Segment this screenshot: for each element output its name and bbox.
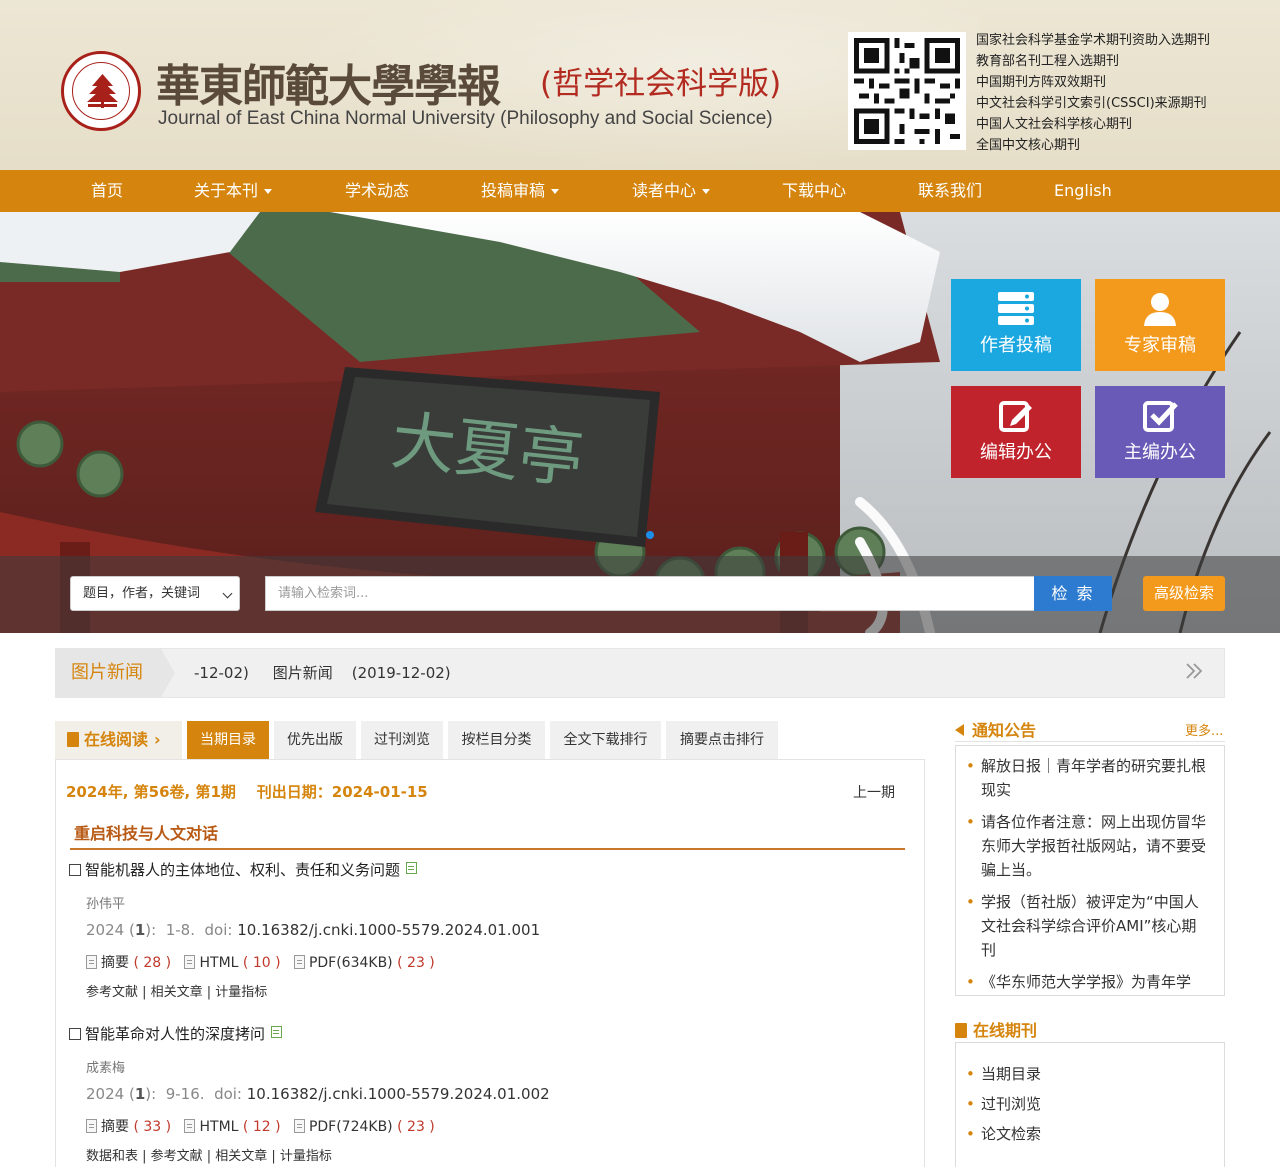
university-seal-logo (61, 51, 141, 131)
speaker-icon (955, 724, 964, 736)
nav-about[interactable]: 关于本刊 (194, 170, 273, 212)
journal-honors-list: 国家社会科学基金学术期刊资助入选期刊 教育部名刊工程入选期刊 中国期刊方阵双效期… (976, 30, 1210, 156)
nav-reader-center[interactable]: 读者中心 (632, 170, 711, 212)
journal-link[interactable]: 过刊浏览 (966, 1089, 1210, 1119)
tile-author-submit[interactable]: 作者投稿 (951, 279, 1081, 371)
caret-down-icon (551, 189, 560, 194)
pdf-link[interactable]: PDF(724KB) ( 23 ) (293, 1119, 435, 1135)
html-file-icon (184, 955, 196, 969)
tab-past-issues[interactable]: 过刊浏览 (361, 721, 443, 759)
journal-link[interactable]: 当期目录 (966, 1059, 1210, 1089)
honor-item: 中文社会科学引文索引(CSSCI)来源期刊 (976, 96, 1207, 111)
double-chevron-right-icon[interactable] (1184, 661, 1204, 681)
article-links: 摘要 ( 28 ) HTML ( 10 ) PDF(634KB) ( 23 ) (86, 952, 435, 972)
fulltext-icon[interactable] (406, 862, 418, 874)
fulltext-icon[interactable] (271, 1026, 283, 1038)
notice-header: 通知公告 (955, 717, 1036, 741)
advanced-search-button[interactable]: 高级检索 (1143, 576, 1225, 611)
article-checkbox[interactable] (69, 1028, 81, 1040)
article-title[interactable]: 智能机器人的主体地位、权利、责任和义务问题 (69, 859, 418, 880)
pdf-file-icon (293, 955, 305, 969)
article-links: 摘要 ( 33 ) HTML ( 12 ) PDF(724KB) ( 23 ) (86, 1116, 435, 1136)
chevron-down-icon (222, 588, 233, 599)
search-field-select[interactable]: 题目，作者，关键词 (70, 576, 240, 611)
honor-item: 中国人文社会科学核心期刊 (976, 117, 1133, 132)
abstract-link[interactable]: 摘要 ( 28 ) (86, 955, 171, 971)
tile-chief-editor-office[interactable]: 主编办公 (1095, 386, 1225, 478)
notice-more-link[interactable]: 更多... (1185, 720, 1223, 739)
article-sublinks[interactable]: 参考文献 | 相关文章 | 计量指标 (86, 981, 267, 1000)
notice-item[interactable]: 请各位作者注意：网上出现仿冒华东师大学报哲社版网站，请不要受骗上当。 (966, 810, 1210, 882)
nav-english[interactable]: English (1054, 170, 1112, 212)
pdf-file-icon (293, 1119, 305, 1133)
tab-by-column[interactable]: 按栏目分类 (448, 721, 545, 759)
tile-expert-review[interactable]: 专家审稿 (1095, 279, 1225, 371)
article-citation: 2024 (1): 1-8. doi: 10.16382/j.cnki.1000… (86, 921, 541, 939)
tile-editor-office[interactable]: 编辑办公 (951, 386, 1081, 478)
server-stack-icon (998, 292, 1034, 325)
site-header: 華東師範大學學報 (哲学社会科学版) Journal of East China… (0, 0, 1280, 170)
online-reading-header: 在线阅读 › (55, 721, 182, 759)
tab-abstract-ranking[interactable]: 摘要点击排行 (666, 721, 778, 759)
tab-current-issue[interactable]: 当期目录 (187, 721, 269, 759)
article-citation: 2024 (1): 9-16. doi: 10.16382/j.cnki.100… (86, 1085, 550, 1103)
honor-item: 国家社会科学基金学术期刊资助入选期刊 (976, 33, 1211, 48)
article-author[interactable]: 孙伟平 (86, 893, 125, 912)
document-icon (86, 955, 97, 969)
notice-item[interactable]: 学报（哲社版）被评定为“中国人文社会科学综合评价AMI”核心期刊 (966, 890, 1210, 962)
notice-box: 解放日报｜青年学者的研究要扎根现实 请各位作者注意：网上出现仿冒华东师大学报哲社… (955, 745, 1225, 996)
tab-download-ranking[interactable]: 全文下载排行 (550, 721, 661, 759)
photo-news-ticker[interactable]: -12-02) 图片新闻 (2019-12-02) (194, 649, 451, 697)
journal-title-cn: 華東師範大學學報 (156, 61, 501, 112)
caret-down-icon (702, 189, 711, 194)
article-doi[interactable]: 10.16382/j.cnki.1000-5579.2024.01.001 (237, 921, 540, 939)
qr-code (848, 32, 966, 150)
journal-title-en: Journal of East China Normal University … (158, 108, 773, 129)
article-doi[interactable]: 10.16382/j.cnki.1000-5579.2024.01.002 (247, 1085, 550, 1103)
honor-item: 教育部名刊工程入选期刊 (976, 54, 1120, 69)
online-journal-box: 当期目录 过刊浏览 论文检索 (955, 1042, 1225, 1167)
nav-submission[interactable]: 投稿审稿 (481, 170, 560, 212)
honor-item: 中国期刊方阵双效期刊 (976, 75, 1107, 90)
document-icon (86, 1119, 97, 1133)
nav-home[interactable]: 首页 (91, 170, 123, 212)
edit-icon (999, 401, 1032, 432)
article-checkbox[interactable] (69, 864, 81, 876)
pdf-link[interactable]: PDF(634KB) ( 23 ) (293, 955, 435, 971)
abstract-link[interactable]: 摘要 ( 33 ) (86, 1119, 171, 1135)
journal-edition: (哲学社会科学版) (540, 66, 782, 102)
photo-news-strip: 图片新闻 -12-02) 图片新闻 (2019-12-02) (55, 648, 1225, 698)
html-link[interactable]: HTML ( 10 ) (184, 955, 281, 971)
check-box-icon (1143, 401, 1178, 432)
nav-download-center[interactable]: 下载中心 (782, 170, 846, 212)
journal-link[interactable]: 论文检索 (966, 1119, 1210, 1149)
nav-academic-news[interactable]: 学术动态 (345, 170, 409, 212)
issue-info: 2024年, 第56卷, 第1期 刊出日期：2024-01-15 (66, 783, 428, 801)
search-input[interactable]: 请输入检索词... (265, 576, 1035, 611)
notice-item[interactable]: 《华东师范大学学报》为青年学 (966, 970, 1210, 994)
user-icon (1144, 293, 1176, 326)
article-title[interactable]: 智能革命对人性的深度拷问 (69, 1023, 283, 1044)
book-icon (67, 732, 79, 747)
section-divider (70, 848, 905, 850)
notice-item[interactable]: 解放日报｜青年学者的研究要扎根现实 (966, 754, 1210, 802)
previous-issue-link[interactable]: 上一期 (853, 782, 895, 802)
book-icon (955, 1023, 967, 1038)
honor-item: 全国中文核心期刊 (976, 138, 1081, 153)
article-author[interactable]: 成素梅 (86, 1057, 125, 1076)
section-title: 重启科技与人文对话 (74, 824, 219, 843)
search-button[interactable]: 检 索 (1034, 576, 1112, 611)
html-file-icon (184, 1119, 196, 1133)
caret-down-icon (264, 189, 273, 194)
nav-contact[interactable]: 联系我们 (918, 170, 982, 212)
photo-news-label: 图片新闻 (56, 649, 161, 697)
html-link[interactable]: HTML ( 12 ) (184, 1119, 281, 1135)
article-sublinks[interactable]: 数据和表 | 参考文献 | 相关文章 | 计量指标 (86, 1145, 332, 1164)
online-journal-header: 在线期刊 (955, 1017, 1037, 1041)
main-nav: 首页 关于本刊 学术动态 投稿审稿 读者中心 下载中心 联系我们 English (0, 170, 1280, 212)
pavilion-plaque: 大夏亭 (315, 367, 660, 547)
chevron-right-icon: › (154, 730, 161, 749)
tab-priority-publish[interactable]: 优先出版 (274, 721, 356, 759)
carousel-indicator[interactable] (646, 531, 654, 539)
